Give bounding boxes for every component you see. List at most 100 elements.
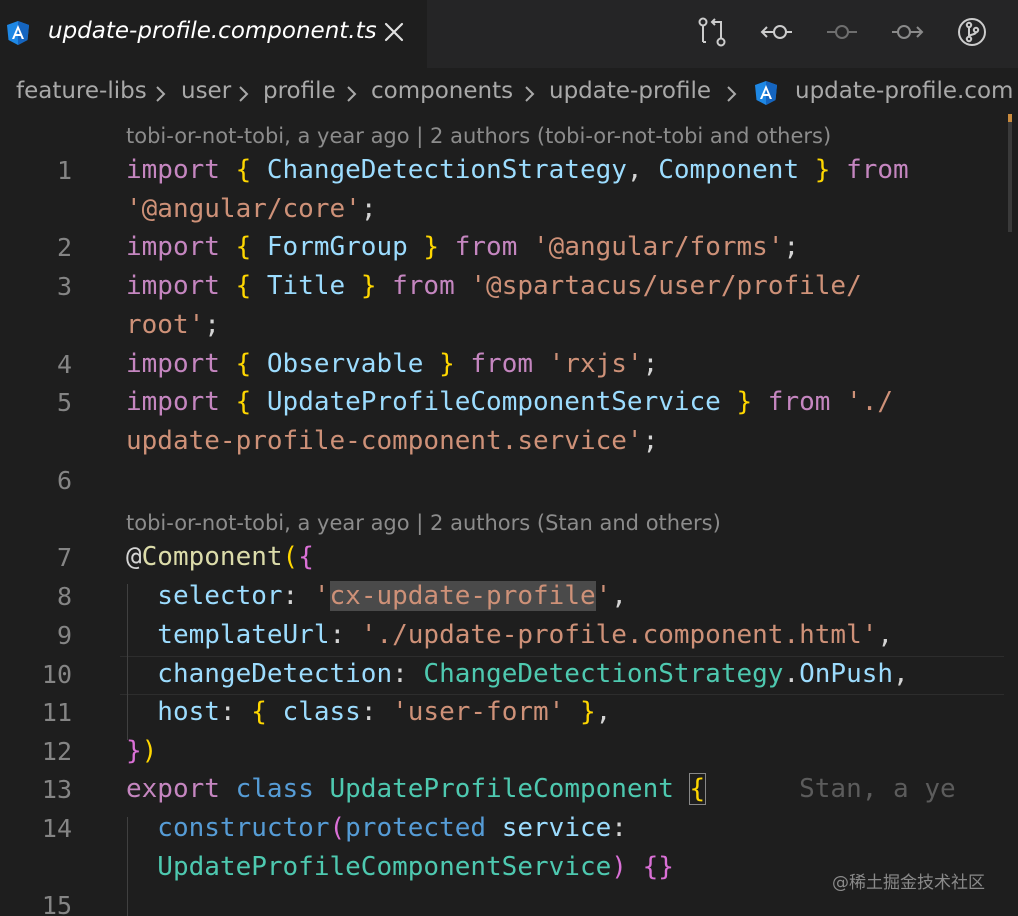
code-line: import { Observable } from 'rxjs';	[126, 345, 658, 384]
previous-change-icon[interactable]	[759, 14, 795, 50]
line-number: 5	[56, 388, 72, 417]
code-token: ;	[783, 232, 800, 262]
line-number: 6	[56, 466, 72, 495]
code-token: :	[329, 620, 361, 650]
tab-title: update-profile.component.ts	[48, 18, 377, 44]
git-branch-history-icon[interactable]	[954, 14, 990, 50]
code-editor[interactable]: tobi-or-not-tobi, a year ago | 2 authors…	[0, 114, 1018, 916]
code-line: '@angular/core';	[126, 190, 376, 229]
breadcrumb-item-profile[interactable]: profile	[263, 78, 336, 104]
angular-icon	[753, 80, 779, 106]
code-token: }	[439, 349, 455, 379]
code-token: root'	[126, 310, 205, 340]
code-token: 'user-form'	[392, 697, 565, 727]
current-change-icon[interactable]	[824, 14, 860, 50]
code-token: cx-update-profile	[329, 581, 596, 611]
code-token: (	[329, 813, 346, 843]
code-line: changeDetection: ChangeDetectionStrategy…	[126, 655, 908, 694]
code-line: update-profile-component.service';	[126, 422, 658, 461]
breadcrumb-item-components[interactable]: components	[371, 78, 513, 104]
code-token: Observable	[251, 349, 440, 379]
code-line: templateUrl: './update-profile.component…	[126, 616, 893, 655]
code-token: templateUrl	[126, 620, 330, 650]
code-token: }	[423, 232, 440, 262]
code-token: }	[579, 697, 596, 727]
code-token: {	[235, 232, 252, 262]
breadcrumb-item-update-profile[interactable]: update-profile	[549, 78, 711, 104]
code-line: import { UpdateProfileComponentService }…	[126, 383, 893, 422]
code-token: (	[282, 542, 299, 572]
code-token: {	[298, 542, 314, 572]
close-icon[interactable]	[380, 18, 408, 46]
line-number: 13	[41, 775, 72, 804]
code-token: {	[688, 773, 707, 805]
code-line: })	[126, 732, 157, 771]
tab-bar: update-profile.component.ts	[0, 0, 1018, 68]
code-token: changeDetection	[126, 659, 393, 689]
code-token: ;	[642, 349, 659, 379]
code-token: }	[126, 736, 142, 766]
chevron-right-icon	[522, 83, 538, 102]
code-token: ;	[642, 426, 659, 456]
code-token: @	[126, 542, 142, 572]
code-token: .	[783, 659, 800, 689]
code-token: )	[141, 736, 158, 766]
line-number: 4	[56, 350, 72, 379]
code-line: host: { class: 'user-form' },	[126, 693, 611, 732]
code-line: import { ChangeDetectionStrategy, Compon…	[126, 151, 909, 190]
breadcrumb-item-user[interactable]: user	[181, 78, 231, 104]
chevron-right-icon	[236, 83, 252, 102]
code-token: from	[376, 271, 455, 301]
git-blame-annotation[interactable]: tobi-or-not-tobi, a year ago | 2 authors…	[126, 121, 831, 151]
code-token: '	[313, 581, 330, 611]
code-line: import { Title } from '@spartacus/user/p…	[126, 267, 862, 306]
code-token: constructor	[126, 813, 330, 843]
breadcrumb-item-feature-libs[interactable]: feature-libs	[16, 78, 147, 104]
code-token: ;	[204, 310, 220, 340]
code-token: Stan, a ye	[705, 774, 956, 804]
code-token: ;	[360, 194, 377, 224]
code-token: ,	[595, 697, 612, 727]
code-token: OnPush	[799, 659, 894, 689]
next-change-icon[interactable]	[889, 14, 925, 50]
code-token: selector	[126, 581, 283, 611]
line-number: 8	[56, 582, 72, 611]
code-token: ,	[626, 155, 659, 185]
git-compare-icon[interactable]	[694, 14, 730, 50]
code-token: service	[486, 813, 612, 843]
code-token: Component	[658, 155, 800, 185]
editor-window: update-profile.component.ts feature-libs…	[0, 0, 1018, 916]
code-token: from	[752, 387, 831, 417]
code-token: import	[126, 155, 220, 185]
code-token: './update-profile.component.html'	[360, 620, 878, 650]
code-token: }	[360, 271, 377, 301]
code-token: class	[266, 697, 361, 727]
code-token: {	[251, 697, 267, 727]
git-blame-annotation[interactable]: tobi-or-not-tobi, a year ago | 2 authors…	[126, 508, 721, 538]
tab-update-profile-component[interactable]: update-profile.component.ts	[0, 0, 427, 68]
vertical-scrollbar[interactable]	[1004, 114, 1018, 916]
code-token: Component	[141, 542, 283, 572]
code-token: from	[830, 155, 909, 185]
chevron-right-icon	[724, 83, 740, 102]
code-line: root';	[126, 306, 220, 345]
code-token: import	[126, 387, 220, 417]
code-token: :	[392, 659, 424, 689]
line-number: 15	[41, 891, 72, 916]
line-number: 11	[41, 698, 72, 727]
code-line: UpdateProfileComponentService) {}	[126, 848, 674, 887]
line-number: 7	[56, 543, 72, 572]
code-token: from	[454, 349, 534, 379]
code-token: protected	[345, 813, 487, 843]
code-line: constructor(protected service:	[126, 809, 627, 848]
breadcrumb-item-file[interactable]: update-profile.com	[795, 78, 1013, 104]
